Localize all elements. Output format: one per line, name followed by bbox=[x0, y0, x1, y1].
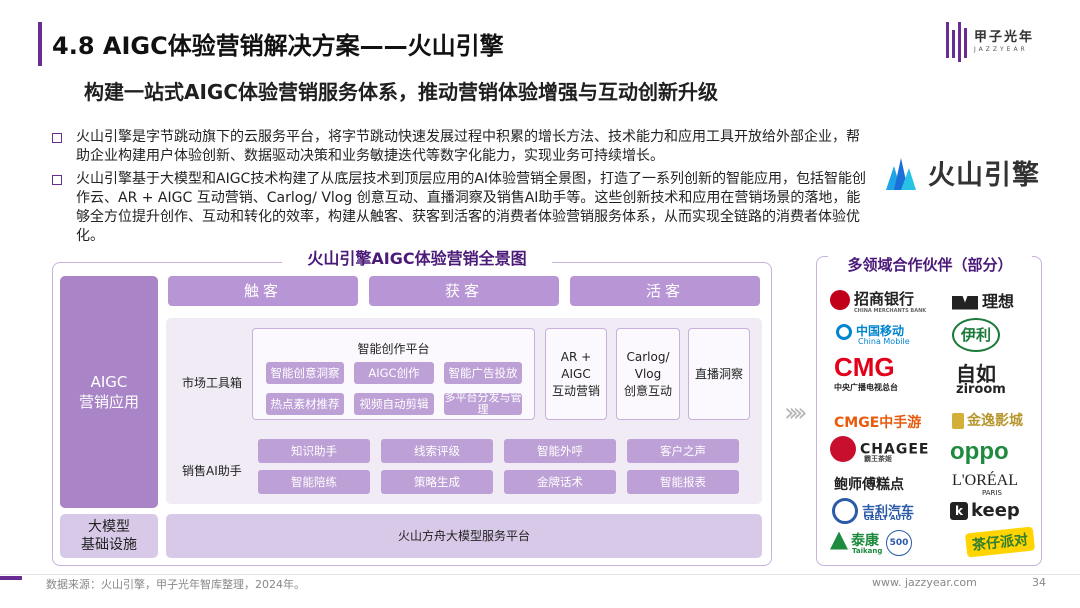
lixiang-name: 理想 bbox=[982, 292, 1015, 311]
carlog-vlog-box: Carlog/ Vlog 创意互动 bbox=[616, 328, 680, 420]
chip-video-editing: 视频自动剪辑 bbox=[354, 393, 434, 415]
page-title: 4.8 AIGC体验营销解决方案——火山引擎 bbox=[52, 32, 504, 60]
cmcc-name: 中国移动 bbox=[856, 324, 905, 338]
oppo-logo: oppo bbox=[950, 438, 1009, 465]
tab-activate: 活客 bbox=[570, 276, 760, 306]
aigc-marketing-apps-block: AIGC 营销应用 bbox=[60, 276, 158, 508]
geely-en: GEELY AUTO bbox=[864, 514, 912, 522]
volcengine-logo: 火山引擎 bbox=[884, 152, 1040, 192]
chip-customer-voice: 客户之声 bbox=[627, 439, 739, 463]
jinyi-logo: 金逸影城 bbox=[952, 410, 1023, 430]
live-insight-box: 直播洞察 bbox=[688, 328, 750, 420]
cmb-mark-icon bbox=[830, 289, 850, 310]
footer-accent bbox=[0, 576, 22, 580]
ziroom-en: ziroom bbox=[956, 382, 1006, 397]
chip-knowledge: 知识助手 bbox=[258, 439, 370, 463]
jazzyear-logo: 甲子光年 JAZZYEAR bbox=[946, 22, 1056, 66]
title-accent-bar bbox=[38, 22, 42, 66]
chip-golden-script: 金牌话术 bbox=[504, 470, 616, 494]
cmcc-en: China Mobile bbox=[858, 337, 910, 346]
cmcc-mark-icon bbox=[836, 323, 852, 340]
creative-platform-title: 智能创作平台 bbox=[357, 342, 430, 356]
cmb-logo: 招商银行 bbox=[830, 288, 914, 310]
volcengine-name: 火山引擎 bbox=[928, 159, 1040, 191]
bullet-item: 火山引擎是字节跳动旗下的云服务平台，将字节跳动快速发展过程中积累的增长方法、技术… bbox=[52, 128, 872, 166]
keep-name: keep bbox=[971, 500, 1020, 521]
logo-cn-text: 甲子光年 bbox=[974, 30, 1035, 45]
bullet-list: 火山引擎是字节跳动旗下的云服务平台，将字节跳动快速发展过程中积累的增长方法、技术… bbox=[52, 128, 872, 250]
foundation-infra-label: 大模型 基础设施 bbox=[81, 519, 137, 553]
model-platform-bar: 火山方舟大模型服务平台 bbox=[166, 514, 762, 558]
yili-logo: 伊利 bbox=[952, 318, 1000, 352]
aigc-marketing-apps-label: AIGC 营销应用 bbox=[78, 373, 139, 411]
jazzyear-logo-icon bbox=[946, 22, 967, 62]
partners-title: 多领域合作伙伴（部分） bbox=[828, 254, 1032, 275]
jinyi-name: 金逸影城 bbox=[967, 413, 1023, 429]
chip-ad-delivery: 智能广告投放 bbox=[444, 362, 522, 384]
chagee-cn: 霸王茶姬 bbox=[864, 455, 892, 463]
bullet-text: 火山引擎是字节跳动旗下的云服务平台，将字节跳动快速发展过程中积累的增长方法、技术… bbox=[76, 129, 860, 164]
baoshifu-logo: 鲍师傅糕点 bbox=[834, 477, 904, 493]
cmb-name: 招商银行 bbox=[854, 290, 915, 308]
chevron-right-icon: ›››› bbox=[784, 398, 807, 428]
tools-label: 市场工具箱 bbox=[182, 376, 243, 390]
tab-acquire: 获客 bbox=[369, 276, 559, 306]
loreal-logo: L'ORÉAL bbox=[952, 472, 1018, 489]
ar-aigc-label: AR + AIGC 互动营销 bbox=[551, 349, 600, 398]
bullet-text: 火山引擎基于大模型和AIGC技术构建了从底层技术到顶层应用的AI体验营销全景图，… bbox=[76, 171, 867, 244]
footer-divider bbox=[0, 574, 1080, 575]
ar-aigc-box: AR + AIGC 互动营销 bbox=[545, 328, 607, 420]
website: www. jazzyear.com bbox=[872, 576, 977, 589]
cmge-logo: CMGE中手游 bbox=[834, 415, 922, 431]
chip-hot-material: 热点素材推荐 bbox=[266, 393, 344, 415]
fortune500-badge: 500 bbox=[886, 530, 912, 556]
chip-smart-report: 智能报表 bbox=[627, 470, 739, 494]
lixiang-logo: 理想 bbox=[952, 288, 1014, 312]
keep-mark-icon: k bbox=[950, 502, 968, 520]
chip-lead-rating: 线索评级 bbox=[381, 439, 493, 463]
page-number: 34 bbox=[1032, 576, 1046, 589]
chip-outbound-call: 智能外呼 bbox=[504, 439, 616, 463]
jinyi-mark-icon bbox=[952, 413, 964, 429]
volcano-mountain-icon bbox=[886, 158, 916, 190]
tab-reach: 触客 bbox=[168, 276, 358, 306]
carlog-vlog-label: Carlog/ Vlog 创意互动 bbox=[623, 349, 672, 398]
cmb-en: CHINA MERCHANTS BANK bbox=[854, 308, 927, 314]
logo-en-text: JAZZYEAR bbox=[974, 46, 1028, 53]
panorama-title: 火山引擎AIGC体验营销全景图 bbox=[282, 244, 552, 274]
bullet-item: 火山引擎基于大模型和AIGC技术构建了从底层技术到顶层应用的AI体验营销全景图，… bbox=[52, 170, 872, 246]
live-insight-label: 直播洞察 bbox=[694, 366, 743, 381]
foundation-infra-block: 大模型 基础设施 bbox=[60, 514, 158, 558]
lixiang-mark-icon bbox=[952, 295, 978, 310]
loreal-paris: PARIS bbox=[982, 489, 1002, 497]
bullet-square-icon bbox=[52, 133, 62, 143]
cmg-logo: CMG bbox=[834, 352, 895, 382]
chip-creative-insight: 智能创意洞察 bbox=[266, 362, 344, 384]
chip-training: 智能陪练 bbox=[258, 470, 370, 494]
sales-ai-label: 销售AI助手 bbox=[182, 464, 242, 478]
chip-strategy: 策略生成 bbox=[381, 470, 493, 494]
page-subtitle: 构建一站式AIGC体验营销服务体系，推动营销体验增强与互动创新升级 bbox=[84, 80, 719, 104]
bullet-square-icon bbox=[52, 175, 62, 185]
cmg-cn: 中央广播电视总台 bbox=[834, 383, 898, 392]
chagee-mark-icon bbox=[830, 436, 856, 462]
taikang-en: Taikang bbox=[852, 547, 883, 555]
keep-logo: k keep bbox=[950, 500, 1020, 521]
geely-mark-icon bbox=[832, 498, 858, 524]
chip-multi-platform: 多平台分发与管理 bbox=[444, 391, 522, 416]
data-source: 数据来源：火山引擎，甲子光年智库整理，2024年。 bbox=[46, 578, 305, 591]
chip-aigc-creation: AIGC创作 bbox=[354, 362, 434, 384]
taikang-mark-icon bbox=[830, 531, 848, 550]
